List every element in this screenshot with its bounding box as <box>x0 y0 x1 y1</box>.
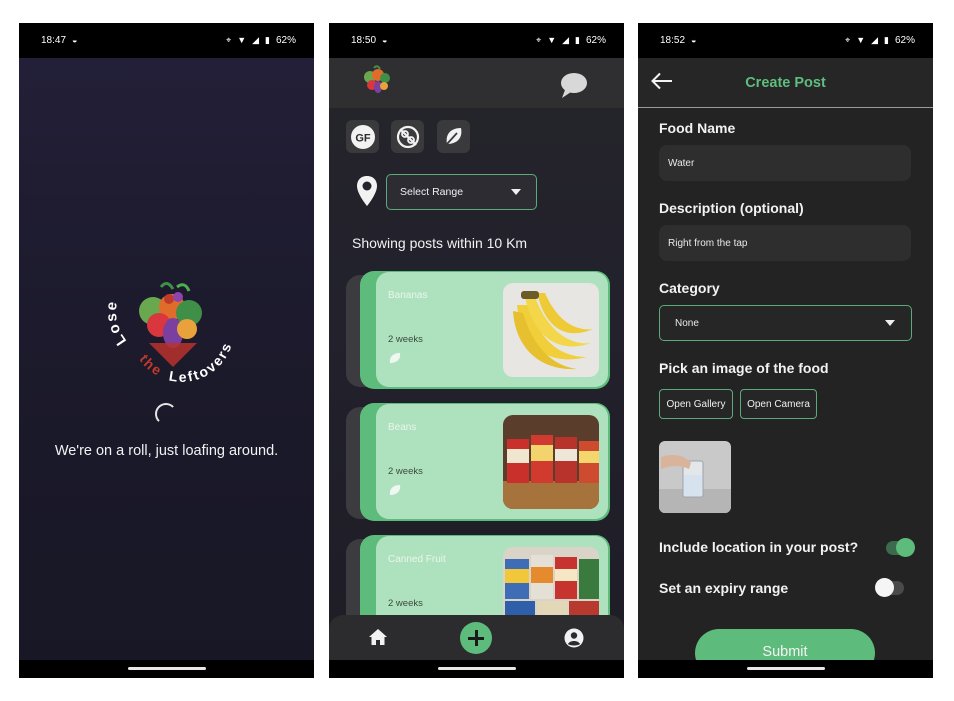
category-value: None <box>675 317 699 329</box>
app-notification-icon: ◒ <box>691 35 697 45</box>
home-gesture-pill[interactable] <box>437 667 516 670</box>
leaf-icon <box>388 351 402 370</box>
post-time: 2 weeks <box>388 334 423 345</box>
svg-text:Lose: Lose <box>103 299 130 349</box>
signal-icon: ◢ <box>252 35 260 45</box>
chevron-down-icon <box>511 189 521 195</box>
expiry-range-toggle[interactable] <box>875 578 904 597</box>
signal-icon: ◢ <box>871 35 879 45</box>
location-icon: ⌖ <box>845 35 851 45</box>
battery-percent: 62% <box>585 35 606 46</box>
battery-percent: 62% <box>275 35 296 46</box>
signal-icon: ◢ <box>562 35 570 45</box>
showing-posts-text: Showing posts within 10 Km <box>352 235 528 251</box>
beans-photo <box>503 415 599 509</box>
post-name: Canned Fruit <box>388 554 446 565</box>
add-post-button[interactable] <box>460 622 492 654</box>
battery-icon: ▮ <box>265 35 270 45</box>
location-icon: ⌖ <box>226 35 232 45</box>
image-picker-label: Pick an image of the food <box>659 360 829 376</box>
range-select-value: Select Range <box>400 186 464 198</box>
food-image-preview <box>659 441 731 513</box>
no-allergen-icon <box>396 125 419 148</box>
create-post-screen: 18:52 ◒ ⌖ ▼ ◢ ▮ 62% Create Post Food Nam… <box>638 23 933 678</box>
gluten-free-icon: GF <box>350 124 375 149</box>
filter-gluten-free-button[interactable]: GF <box>346 120 379 153</box>
wifi-icon: ▼ <box>237 35 247 45</box>
filter-no-nuts-button[interactable] <box>391 120 424 153</box>
wifi-icon: ▼ <box>856 35 866 45</box>
food-name-label: Food Name <box>659 120 736 136</box>
include-location-label: Include location in your post? <box>659 539 859 555</box>
chat-bubble-icon[interactable] <box>559 71 589 104</box>
location-icon: ⌖ <box>536 35 542 45</box>
post-card[interactable]: Beans 2 weeks <box>346 403 610 521</box>
app-notification-icon: ◒ <box>72 35 78 45</box>
home-gesture-pill[interactable] <box>127 667 206 670</box>
status-time: 18:47 <box>41 35 67 46</box>
feed-screen: 18:50 ◒ ⌖ ▼ ◢ ▮ 62% GF Select Range Show… <box>329 23 624 678</box>
bottom-navigation <box>329 615 624 660</box>
post-time: 2 weeks <box>388 598 423 609</box>
battery-percent: 62% <box>894 35 915 46</box>
bananas-photo <box>503 283 599 377</box>
status-time: 18:50 <box>351 35 377 46</box>
filter-vegan-button[interactable] <box>437 120 470 153</box>
category-select[interactable]: None <box>659 305 912 341</box>
loading-spinner <box>155 403 177 425</box>
post-card[interactable]: Bananas 2 weeks <box>346 271 610 389</box>
category-label: Category <box>659 280 720 296</box>
leaf-icon <box>445 127 461 145</box>
post-name: Beans <box>388 422 417 433</box>
profile-icon[interactable] <box>564 628 584 653</box>
post-name: Bananas <box>388 290 428 301</box>
system-nav-bar <box>638 660 933 678</box>
food-name-field[interactable]: Water <box>659 145 911 181</box>
splash-screen: 18:47 ◒ ⌖ ▼ ◢ ▮ 62% Lose the Leftovers W… <box>19 23 314 678</box>
system-nav-bar <box>19 660 314 678</box>
description-label: Description (optional) <box>659 200 804 216</box>
status-time: 18:52 <box>660 35 686 46</box>
chevron-down-icon <box>885 320 895 326</box>
wifi-icon: ▼ <box>547 35 557 45</box>
battery-icon: ▮ <box>884 35 889 45</box>
home-gesture-pill[interactable] <box>746 667 825 670</box>
food-name-value: Water <box>668 157 695 169</box>
include-location-toggle[interactable] <box>886 538 915 557</box>
battery-icon: ▮ <box>575 35 580 45</box>
system-nav-bar <box>329 660 624 678</box>
logo-word-lose: Lose <box>103 299 128 349</box>
gluten-free-label: GF <box>355 132 371 144</box>
expiry-range-label: Set an expiry range <box>659 580 789 596</box>
app-logo: Lose the Leftovers <box>97 263 237 385</box>
description-field[interactable]: Right from the tap <box>659 225 911 261</box>
leaf-icon <box>388 483 402 502</box>
status-bar: 18:47 ◒ ⌖ ▼ ◢ ▮ 62% <box>19 23 314 58</box>
create-post-header: Create Post <box>638 58 933 108</box>
home-icon[interactable] <box>368 628 388 651</box>
app-notification-icon: ◒ <box>382 35 388 45</box>
loading-message: We're on a roll, just loafing around. <box>54 443 279 459</box>
post-time: 2 weeks <box>388 466 423 477</box>
location-pin-icon <box>356 175 378 212</box>
open-gallery-button[interactable]: Open Gallery <box>659 389 733 419</box>
range-select[interactable]: Select Range <box>386 174 537 210</box>
open-camera-button[interactable]: Open Camera <box>740 389 817 419</box>
app-logo-icon[interactable] <box>359 63 393 102</box>
status-bar: 18:52 ◒ ⌖ ▼ ◢ ▮ 62% <box>638 23 933 58</box>
status-bar: 18:50 ◒ ⌖ ▼ ◢ ▮ 62% <box>329 23 624 58</box>
description-value: Right from the tap <box>668 237 748 249</box>
page-title: Create Post <box>745 75 826 91</box>
